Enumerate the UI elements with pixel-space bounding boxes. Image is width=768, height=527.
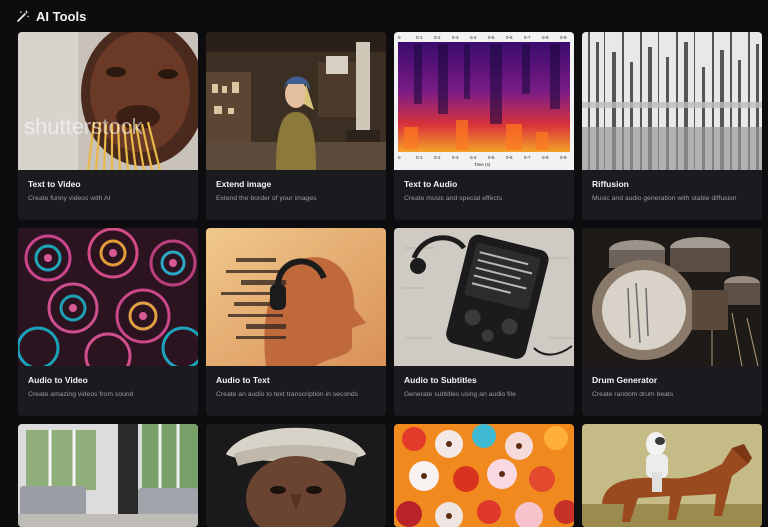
svg-text:0-8: 0-8 bbox=[542, 155, 549, 160]
tool-card-drum-generator[interactable]: Drum Generator Create random drum beats bbox=[582, 228, 762, 416]
audio-to-subtitles-thumbnail bbox=[394, 228, 574, 366]
svg-text:0-9: 0-9 bbox=[560, 35, 567, 40]
svg-text:Time (s): Time (s) bbox=[474, 162, 491, 167]
audio-to-text-thumbnail bbox=[206, 228, 386, 366]
svg-text:0-2: 0-2 bbox=[434, 155, 441, 160]
svg-text:0-3: 0-3 bbox=[452, 35, 459, 40]
section-header: AI Tools bbox=[16, 7, 86, 25]
tool-title: Text to Video bbox=[28, 179, 81, 189]
tool-title: Riffusion bbox=[592, 179, 629, 189]
tool-card-flowers-image[interactable] bbox=[394, 424, 574, 527]
text-to-video-thumbnail: shutterstock bbox=[18, 32, 198, 170]
tool-title: Drum Generator bbox=[592, 375, 658, 385]
svg-text:0-7: 0-7 bbox=[524, 35, 531, 40]
svg-text:0-7: 0-7 bbox=[524, 155, 531, 160]
svg-text:0-5: 0-5 bbox=[488, 35, 495, 40]
tool-card-riffusion[interactable]: Riffusion Music and audio generation wit… bbox=[582, 32, 762, 220]
svg-text:0-9: 0-9 bbox=[560, 155, 567, 160]
svg-text:0-5: 0-5 bbox=[488, 155, 495, 160]
tool-title: Audio to Text bbox=[216, 375, 270, 385]
tools-grid: shutterstock Text to Video Create funny … bbox=[18, 32, 762, 527]
tool-description: Generate subtitles using an audio file bbox=[404, 391, 516, 398]
portrait-thumbnail bbox=[206, 424, 386, 527]
audio-to-video-thumbnail bbox=[18, 228, 198, 366]
tool-card-audio-to-subtitles[interactable]: Audio to Subtitles Generate subtitles us… bbox=[394, 228, 574, 416]
room-thumbnail bbox=[18, 424, 198, 527]
svg-text:0-2: 0-2 bbox=[434, 35, 441, 40]
tool-title: Audio to Video bbox=[28, 375, 88, 385]
svg-text:0-1: 0-1 bbox=[416, 155, 423, 160]
extend-image-thumbnail bbox=[206, 32, 386, 170]
svg-text:0-4: 0-4 bbox=[470, 35, 477, 40]
tool-description: Create an audio to text transcription in… bbox=[216, 391, 359, 398]
tool-description: Music and audio generation with stable d… bbox=[592, 195, 737, 202]
tool-card-text-to-audio[interactable]: 0 0-1 0-2 0-3 0-4 0-5 0-6 0-7 0-8 0-9 0 … bbox=[394, 32, 574, 220]
svg-text:0-6: 0-6 bbox=[506, 35, 513, 40]
svg-text:0-3: 0-3 bbox=[452, 155, 459, 160]
tool-description: Create music and special effects bbox=[404, 195, 503, 202]
text-to-audio-thumbnail: 0 0-1 0-2 0-3 0-4 0-5 0-6 0-7 0-8 0-9 0 … bbox=[394, 32, 574, 170]
svg-text:0-6: 0-6 bbox=[506, 155, 513, 160]
flowers-thumbnail bbox=[394, 424, 574, 527]
tool-card-room-image[interactable] bbox=[18, 424, 198, 527]
tool-description: Create amazing videos from sound bbox=[28, 391, 134, 398]
tool-card-text-to-video[interactable]: shutterstock Text to Video Create funny … bbox=[18, 32, 198, 220]
svg-text:0-8: 0-8 bbox=[542, 35, 549, 40]
tool-card-extend-image[interactable]: Extend image Extend the border of your i… bbox=[206, 32, 386, 220]
horse-thumbnail bbox=[582, 424, 762, 527]
drum-generator-thumbnail bbox=[582, 228, 762, 366]
tool-card-audio-to-text[interactable]: Audio to Text Create an audio to text tr… bbox=[206, 228, 386, 416]
tool-description: Create funny videos with AI bbox=[28, 195, 111, 202]
magic-wand-icon bbox=[17, 10, 29, 22]
svg-text:shutterstock: shutterstock bbox=[24, 114, 144, 139]
tool-card-horse-image[interactable] bbox=[582, 424, 762, 527]
tool-description: Create random drum beats bbox=[592, 391, 674, 398]
tool-title: Text to Audio bbox=[404, 179, 458, 189]
svg-text:0-1: 0-1 bbox=[416, 35, 423, 40]
tool-card-portrait-image[interactable] bbox=[206, 424, 386, 527]
riffusion-thumbnail bbox=[582, 32, 762, 170]
svg-text:0-4: 0-4 bbox=[470, 155, 477, 160]
tool-title: Extend image bbox=[216, 179, 272, 189]
tool-description: Extend the border of your images bbox=[216, 195, 317, 202]
tool-title: Audio to Subtitles bbox=[404, 375, 477, 385]
tool-card-audio-to-video[interactable]: Audio to Video Create amazing videos fro… bbox=[18, 228, 198, 416]
page-title: AI Tools bbox=[36, 8, 87, 24]
